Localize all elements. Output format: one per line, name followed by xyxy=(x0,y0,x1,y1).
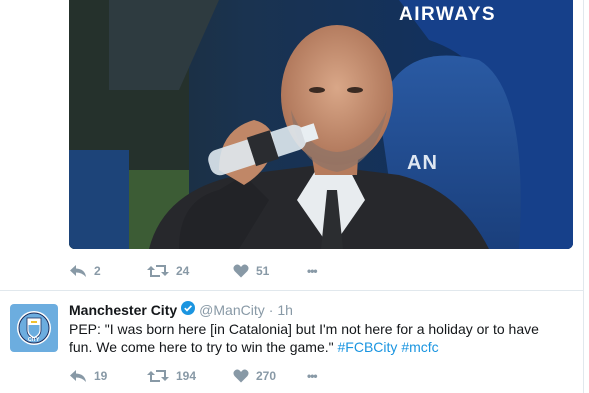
mancity-avatar[interactable]: CITY xyxy=(10,304,58,352)
verified-badge-icon xyxy=(181,301,196,318)
tweet2-like-button[interactable]: 270 xyxy=(233,369,307,383)
tweet2-like-count: 270 xyxy=(256,369,277,383)
retweet-icon xyxy=(147,370,169,382)
tweet1-action-bar: 2 24 51 ••• xyxy=(69,261,337,281)
handle[interactable]: @ManCity xyxy=(199,302,265,318)
reply-icon xyxy=(70,370,86,382)
hashtag-fcbcity[interactable]: #FCBCity xyxy=(338,339,398,355)
tweet2-action-bar: 19 194 270 ••• xyxy=(69,366,337,386)
tweet2-reply-count: 19 xyxy=(94,369,108,383)
separator-dot: · xyxy=(268,301,274,318)
photo-illustration xyxy=(69,0,573,249)
more-icon: ••• xyxy=(307,264,318,278)
hashtag-mcfc[interactable]: #mcfc xyxy=(401,339,438,355)
tweet2-retweet-count: 194 xyxy=(176,369,197,383)
tweet1-more-button[interactable]: ••• xyxy=(307,264,337,278)
tweet2-body: PEP: "I was born here [in Catalonia] but… xyxy=(69,321,539,355)
retweet-icon xyxy=(147,265,169,277)
tweet1-reply-count: 2 xyxy=(94,264,101,278)
tweet2-reply-button[interactable]: 19 xyxy=(69,369,147,383)
more-icon: ••• xyxy=(307,369,318,383)
tweet1-reply-button[interactable]: 2 xyxy=(69,264,147,278)
tweet1-like-button[interactable]: 51 xyxy=(233,264,307,278)
heart-icon xyxy=(233,264,249,278)
tweet1-retweet-count: 24 xyxy=(176,264,190,278)
display-name[interactable]: Manchester City xyxy=(69,302,177,318)
club-badge-icon xyxy=(17,311,51,345)
timestamp[interactable]: 1h xyxy=(277,302,293,318)
tweet2-retweet-button[interactable]: 194 xyxy=(147,369,233,383)
tweet-divider xyxy=(0,290,583,291)
tweet2-header: Manchester City @ManCity · 1h xyxy=(69,301,293,318)
badge-text: CITY xyxy=(28,337,40,343)
timeline-border xyxy=(583,0,584,393)
tweet1-like-count: 51 xyxy=(256,264,270,278)
seat-text: AN xyxy=(407,152,438,174)
tweet1-retweet-button[interactable]: 24 xyxy=(147,264,233,278)
tweet2-more-button[interactable]: ••• xyxy=(307,369,337,383)
heart-icon xyxy=(233,369,249,383)
banner-text: AIRWAYS xyxy=(399,4,497,25)
tweet-photo[interactable]: AIRWAYS AN xyxy=(69,0,573,249)
tweet2-text: PEP: "I was born here [in Catalonia] but… xyxy=(69,320,559,356)
reply-icon xyxy=(70,265,86,277)
